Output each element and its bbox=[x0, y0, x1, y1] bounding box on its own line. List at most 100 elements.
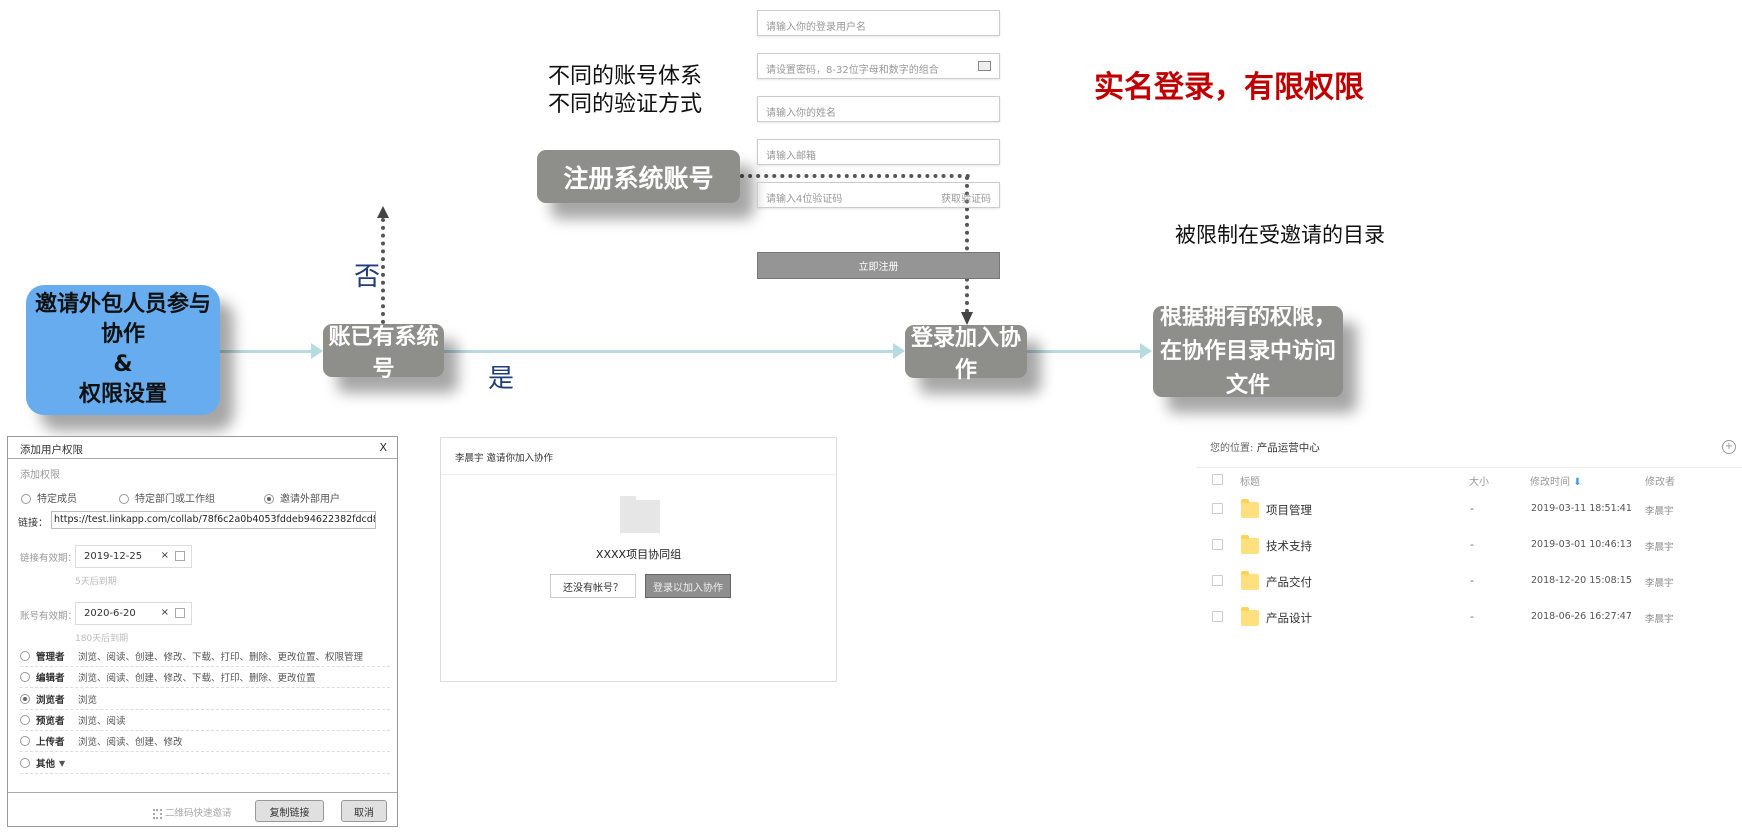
account-expiry-input[interactable]: 2020-6-20 × bbox=[75, 602, 192, 625]
connector-login-to-access bbox=[1027, 350, 1141, 353]
dialog-title: 添加用户权限 bbox=[20, 444, 83, 456]
section-label: 添加权限 bbox=[20, 470, 60, 481]
qr-code-icon bbox=[153, 808, 162, 819]
column-title[interactable]: 标题 bbox=[1240, 473, 1260, 488]
link-expiry-hint: 5天后到期 bbox=[75, 577, 117, 587]
connector-yes bbox=[444, 350, 894, 353]
get-code-link[interactable]: 获取验证码 bbox=[941, 190, 991, 205]
file-by: 李晨宇 bbox=[1645, 506, 1674, 517]
folder-icon bbox=[1241, 535, 1259, 554]
note-restricted: 被限制在受邀请的目录 bbox=[1175, 223, 1385, 247]
row-checkbox[interactable] bbox=[1212, 503, 1223, 514]
register-node: 注册系统账号 bbox=[537, 150, 740, 203]
link-input[interactable]: https://test.linkapp.com/collab/78f6c2a0… bbox=[51, 511, 376, 529]
file-size: - bbox=[1470, 539, 1474, 551]
start-line: 权限设置 bbox=[78, 382, 167, 407]
copy-link-button[interactable]: 复制链接 bbox=[255, 800, 324, 822]
column-by[interactable]: 修改者 bbox=[1645, 473, 1675, 488]
file-title[interactable]: 产品设计 bbox=[1266, 610, 1312, 626]
scope-option-external[interactable]: 邀请外部用户 bbox=[264, 490, 340, 505]
link-expiry-input[interactable]: 2019-12-25 × bbox=[75, 545, 192, 568]
connector-start-to-check bbox=[220, 350, 312, 353]
note-line: 不同的账号体系 bbox=[548, 64, 703, 89]
cancel-button[interactable]: 取消 bbox=[341, 800, 387, 822]
connector-register-to-login bbox=[740, 174, 970, 178]
access-node: 根据拥有的权限， 在协作目录中访问文件 bbox=[1153, 305, 1343, 398]
clear-icon[interactable]: × bbox=[161, 550, 169, 561]
account-expiry-label: 账号有效期： bbox=[20, 611, 78, 622]
scope-option-department[interactable]: 特定部门或工作组 bbox=[119, 490, 215, 505]
access-line: 在协作目录中访问文件 bbox=[1159, 338, 1336, 398]
login-node: 登录加入协作 bbox=[905, 325, 1027, 383]
qr-invite-link[interactable]: 二维码快速邀请 bbox=[153, 805, 232, 819]
role-admin[interactable]: 管理者 浏览、阅读、创建、修改、下载、打印、删除、更改位置、权限管理 bbox=[20, 646, 390, 667]
folder-icon bbox=[1241, 571, 1259, 590]
row-checkbox[interactable] bbox=[1212, 575, 1223, 586]
row-checkbox[interactable] bbox=[1212, 539, 1223, 550]
close-icon[interactable]: X bbox=[379, 441, 387, 454]
select-all-checkbox[interactable] bbox=[1212, 474, 1223, 485]
folder-icon bbox=[620, 496, 660, 533]
file-title[interactable]: 技术支持 bbox=[1266, 538, 1312, 554]
arrow-head bbox=[1140, 343, 1152, 359]
note-realname: 实名登录，有限权限 bbox=[1094, 70, 1364, 105]
file-by: 李晨宇 bbox=[1645, 614, 1674, 625]
code-input[interactable]: 请输入4位验证码 获取验证码 bbox=[757, 182, 1000, 208]
scope-option-member[interactable]: 特定成员 bbox=[21, 490, 77, 505]
add-permission-dialog: 添加用户权限 X 添加权限 特定成员 特定部门或工作组 邀请外部用户 链接： h… bbox=[7, 436, 398, 827]
arrow-head bbox=[311, 343, 323, 359]
column-size[interactable]: 大小 bbox=[1469, 473, 1489, 488]
access-line: 根据拥有的权限， bbox=[1159, 304, 1336, 330]
file-size: - bbox=[1470, 503, 1474, 515]
has-account-node: 账已有系统号 bbox=[323, 324, 444, 382]
calendar-icon[interactable] bbox=[175, 551, 185, 561]
file-modified: 2018-06-26 16:27:47 bbox=[1531, 611, 1632, 622]
role-editor[interactable]: 编辑者 浏览、阅读、创建、修改、下载、打印、删除、更改位置 bbox=[20, 667, 390, 688]
file-size: - bbox=[1470, 611, 1474, 623]
arrow-up-head bbox=[377, 206, 389, 218]
role-other[interactable]: 其他 ▼ bbox=[20, 753, 390, 774]
calendar-icon[interactable] bbox=[175, 608, 185, 618]
add-icon[interactable]: + bbox=[1722, 440, 1736, 454]
link-expiry-label: 链接有效期： bbox=[20, 553, 78, 564]
start-line: 邀请外包人员参与协作 bbox=[34, 292, 211, 347]
location-label: 您的位置: bbox=[1210, 443, 1254, 454]
file-modified: 2018-12-20 15:08:15 bbox=[1531, 575, 1632, 586]
yes-label: 是 bbox=[488, 364, 515, 394]
file-title[interactable]: 项目管理 bbox=[1266, 502, 1312, 518]
invite-card: 李晨宇 邀请你加入协作 XXXX项目协同组 还没有帐号？ 登录以加入协作 bbox=[440, 437, 837, 682]
location-name[interactable]: 产品运营中心 bbox=[1257, 442, 1320, 454]
role-uploader[interactable]: 上传者 浏览、阅读、创建、修改 bbox=[20, 731, 390, 752]
username-input[interactable]: 请输入你的登录用户名 bbox=[757, 10, 1000, 36]
role-previewer[interactable]: 预览者 浏览、阅读 bbox=[20, 710, 390, 731]
folder-icon bbox=[1241, 499, 1259, 518]
code-placeholder: 请输入4位验证码 bbox=[766, 194, 843, 205]
arrow-head bbox=[893, 343, 905, 359]
no-account-button[interactable]: 还没有帐号？ bbox=[550, 574, 636, 598]
file-size: - bbox=[1470, 575, 1474, 587]
note-systems: 不同的账号体系 不同的验证方式 bbox=[548, 63, 702, 119]
start-node: 邀请外包人员参与协作 & 权限设置 bbox=[26, 285, 220, 415]
account-expiry-hint: 180天后到期 bbox=[75, 634, 129, 644]
password-input[interactable]: 请设置密码，8-32位字母和数字的组合 bbox=[757, 53, 1000, 79]
file-modified: 2019-03-11 18:51:41 bbox=[1531, 503, 1632, 514]
role-viewer[interactable]: 浏览者 浏览 bbox=[20, 689, 390, 710]
keyboard-icon[interactable] bbox=[978, 61, 991, 71]
chevron-down-icon[interactable]: ▼ bbox=[59, 759, 65, 768]
note-line: 不同的验证方式 bbox=[548, 92, 703, 117]
login-join-button[interactable]: 登录以加入协作 bbox=[645, 574, 731, 598]
file-title[interactable]: 产品交付 bbox=[1266, 574, 1312, 590]
row-checkbox[interactable] bbox=[1212, 611, 1223, 622]
start-line: & bbox=[113, 352, 133, 377]
link-label: 链接： bbox=[18, 518, 48, 529]
column-modified[interactable]: 修改时间 ⬇ bbox=[1530, 473, 1582, 488]
folder-icon bbox=[1241, 607, 1259, 626]
group-name: XXXX项目协同组 bbox=[595, 548, 682, 561]
no-label: 否 bbox=[354, 262, 381, 292]
name-input[interactable]: 请输入你的姓名 bbox=[757, 96, 1000, 122]
email-input[interactable]: 请输入邮箱 bbox=[757, 139, 1000, 165]
clear-icon[interactable]: × bbox=[161, 607, 169, 618]
password-placeholder: 请设置密码，8-32位字母和数字的组合 bbox=[766, 65, 939, 76]
register-submit-button[interactable]: 立即注册 bbox=[757, 252, 1000, 279]
invite-header: 李晨宇 邀请你加入协作 bbox=[455, 453, 554, 464]
